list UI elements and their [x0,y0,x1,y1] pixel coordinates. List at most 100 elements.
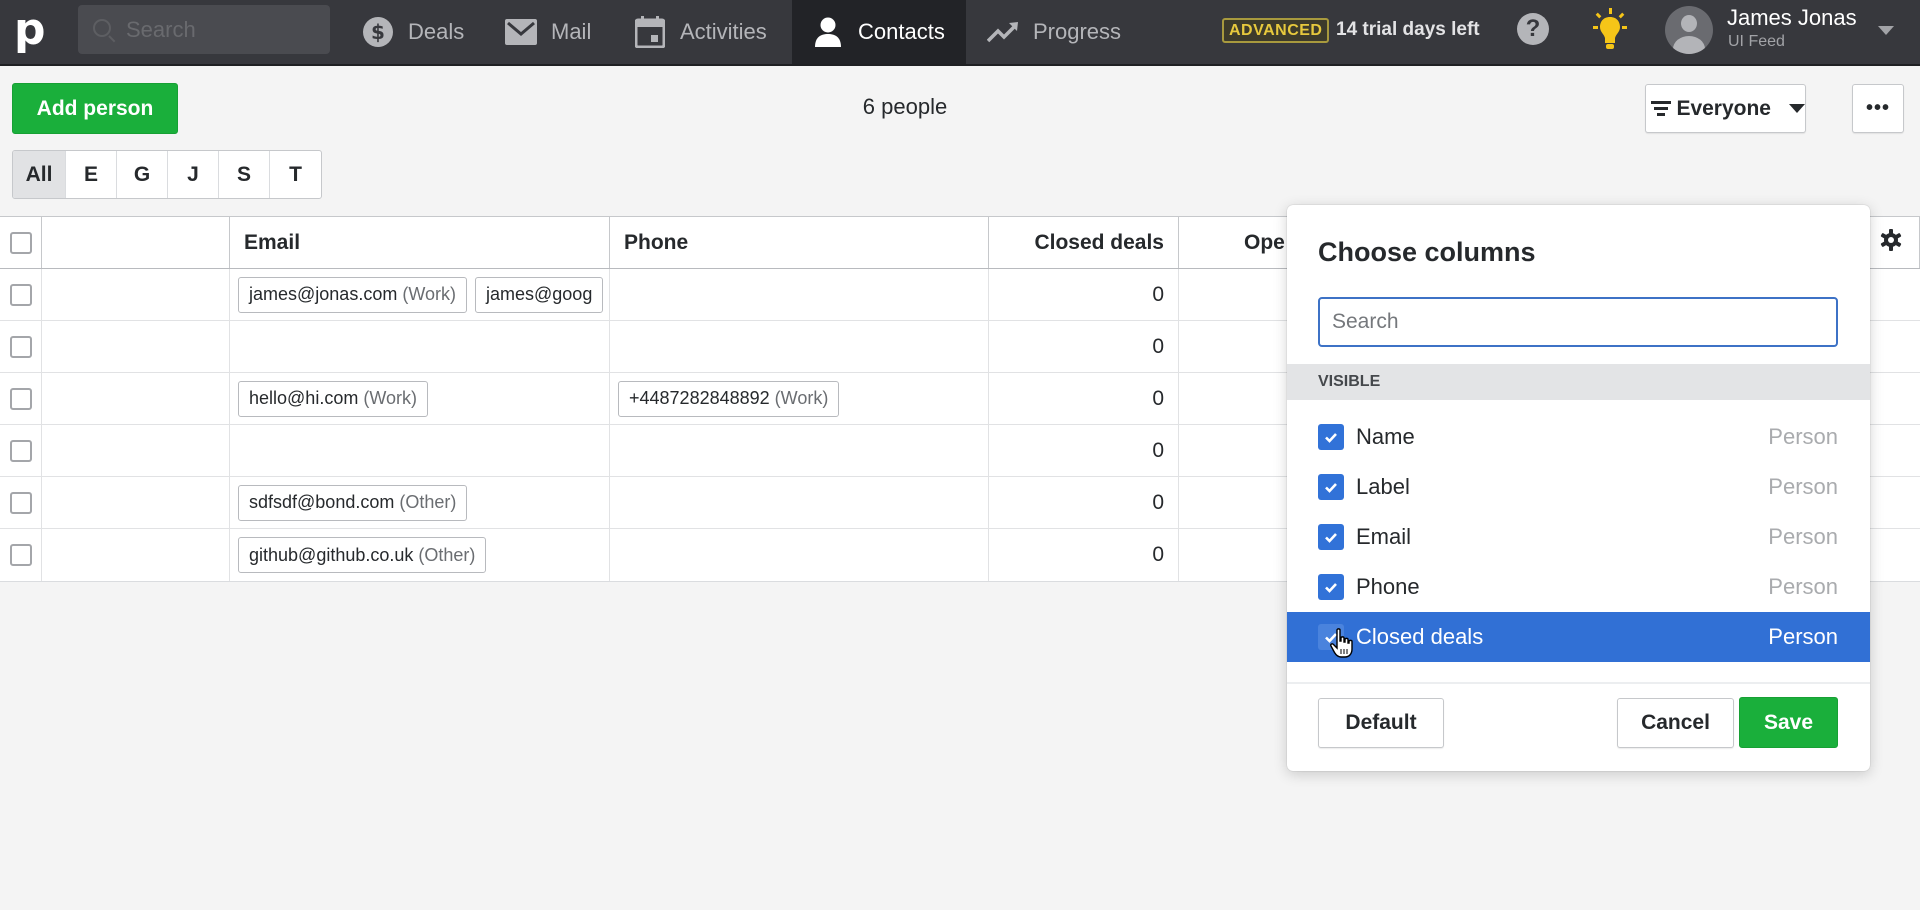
column-option-group: Person [1768,474,1838,499]
checkbox-checked-icon[interactable] [1318,474,1344,500]
phone-cell[interactable] [610,529,989,581]
row-checkbox[interactable] [9,283,32,306]
letter-filter-all[interactable]: All [13,151,66,198]
column-option-label: Name [1356,424,1415,449]
name-cell[interactable] [42,477,230,528]
phone-cell[interactable]: +4487282848892 (Work) [610,373,989,424]
column-option-label: Email [1356,524,1412,549]
person-icon [812,16,844,48]
pipedrive-logo[interactable]: p [14,6,48,54]
row-check-cell [0,529,42,581]
phone-cell[interactable] [610,269,989,320]
checkbox-checked-icon[interactable] [1318,624,1344,650]
nav-progress[interactable]: Progress [987,0,1121,64]
email-chip[interactable]: james@goog [475,276,604,313]
column-option-label: Closed deals [1356,624,1484,649]
letter-filter-g[interactable]: G [117,151,168,198]
email-value: james@jonas.com [249,284,398,304]
phone-type: (Work) [774,388,829,408]
help-icon[interactable]: ? [1517,13,1549,45]
column-option-group: Person [1768,524,1838,549]
column-option-label: Phone [1356,574,1420,599]
row-checkbox[interactable] [9,491,32,514]
nav-deals-label: Deals [408,19,465,44]
plan-badge[interactable]: ADVANCED [1222,18,1330,43]
column-option-label-field[interactable]: Label Person [1287,462,1870,512]
row-checkbox[interactable] [9,387,32,410]
nav-mail[interactable]: Mail [505,0,591,64]
phone-chip[interactable]: +4487282848892 (Work) [618,380,840,417]
email-chip[interactable]: sdfsdf@bond.com (Other) [238,484,468,521]
name-cell[interactable] [42,373,230,424]
column-option-email[interactable]: Email Person [1287,512,1870,562]
phone-cell[interactable] [610,477,989,528]
column-header-name[interactable] [42,217,230,268]
row-settings-cell [1862,269,1920,320]
row-checkbox[interactable] [9,544,32,566]
user-menu-chevron-down-icon[interactable] [1878,26,1894,35]
column-header-phone[interactable]: Phone [610,217,989,268]
name-cell[interactable] [42,529,230,581]
column-option-closed-deals[interactable]: Closed deals Person [1287,612,1870,662]
phone-cell[interactable] [610,321,989,372]
column-header-email[interactable]: Email [230,217,610,268]
row-settings-cell [1862,373,1920,424]
nav-deals[interactable]: $ Deals [362,0,464,64]
row-check-cell [0,477,42,528]
cancel-button[interactable]: Cancel [1617,698,1734,748]
checkbox-checked-icon[interactable] [1318,524,1344,550]
name-cell[interactable] [42,269,230,320]
column-option-name[interactable]: Name Person [1287,412,1870,462]
column-option-group: Person [1768,624,1838,649]
email-chip[interactable]: james@jonas.com (Work) [238,276,467,313]
column-search-input[interactable] [1318,297,1838,347]
email-value: hello@hi.com [249,388,359,408]
letter-filter-e[interactable]: E [66,151,117,198]
owner-filter-dropdown[interactable]: Everyone [1645,84,1806,133]
user-avatar[interactable] [1665,6,1713,54]
column-option-group: Person [1768,574,1838,599]
trial-days-text[interactable]: 14 trial days left [1336,17,1480,43]
email-cell[interactable]: hello@hi.com (Work) [230,373,610,424]
email-value: james@goog [486,284,593,304]
email-type: (Other) [399,492,457,512]
name-cell[interactable] [42,425,230,476]
nav-contacts-label: Contacts [858,19,945,44]
column-header-closed-deals[interactable]: Closed deals [989,217,1179,268]
checkbox-checked-icon[interactable] [1318,424,1344,450]
row-checkbox[interactable] [9,335,32,358]
closed-deals-cell: 0 [989,321,1179,372]
email-cell[interactable] [230,425,610,476]
default-button[interactable]: Default [1318,698,1444,748]
global-search-input[interactable] [126,5,321,54]
popover-divider [1287,682,1870,684]
email-type: (Other) [418,544,476,565]
email-type: (Work) [363,388,417,408]
nav-contacts[interactable]: Contacts [792,0,966,64]
letter-filter-t[interactable]: T [270,151,321,198]
column-option-phone[interactable]: Phone Person [1287,562,1870,612]
letter-filter-s[interactable]: S [219,151,270,198]
email-cell[interactable]: james@jonas.com (Work) james@goog [230,269,610,320]
row-check-cell [0,269,42,320]
row-checkbox[interactable] [9,439,32,462]
column-option-group: Person [1768,424,1838,449]
email-cell[interactable]: sdfsdf@bond.com (Other) [230,477,610,528]
email-cell[interactable]: github@github.co.uk (Other) [230,529,610,581]
checkbox-checked-icon[interactable] [1318,574,1344,600]
select-all-checkbox[interactable] [9,231,32,254]
email-chip[interactable]: github@github.co.uk (Other) [238,537,487,573]
email-chip[interactable]: hello@hi.com (Work) [238,380,428,417]
phone-cell[interactable] [610,425,989,476]
global-search[interactable] [78,5,330,54]
gear-icon[interactable] [1879,228,1903,258]
nav-activities[interactable]: Activities [634,0,767,64]
lightbulb-icon[interactable] [1590,8,1630,52]
email-cell[interactable] [230,321,610,372]
save-button[interactable]: Save [1739,697,1838,748]
user-name[interactable]: James Jonas [1727,3,1857,33]
popover-title: Choose columns [1318,237,1536,267]
more-actions-button[interactable]: ••• [1852,84,1904,133]
name-cell[interactable] [42,321,230,372]
letter-filter-j[interactable]: J [168,151,219,198]
